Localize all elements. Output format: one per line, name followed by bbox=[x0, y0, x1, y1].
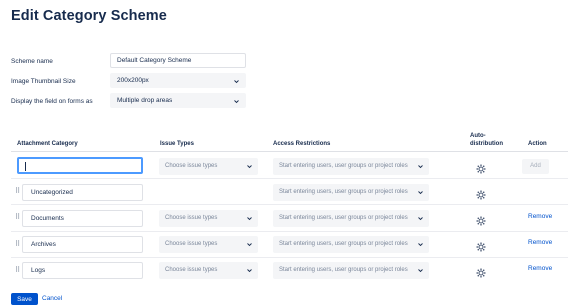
issue-types-placeholder: Choose issue types bbox=[165, 267, 218, 273]
access-placeholder: Start entering users, user groups or pro… bbox=[279, 267, 408, 273]
issue-types-select-logs[interactable]: Choose issue types bbox=[159, 262, 258, 279]
gear-icon[interactable] bbox=[476, 161, 486, 174]
category-input-logs[interactable]: Logs bbox=[22, 262, 143, 279]
category-value: Archives bbox=[31, 241, 56, 248]
chevron-down-icon bbox=[418, 242, 423, 247]
chevron-down-icon bbox=[418, 190, 423, 195]
new-issue-types-select[interactable]: Choose issue types bbox=[159, 158, 258, 175]
chevron-down-icon bbox=[247, 164, 252, 169]
display-field-select[interactable]: Multiple drop areas bbox=[110, 93, 246, 108]
gear-icon[interactable] bbox=[476, 265, 486, 278]
drag-handle-icon[interactable]: ⠿ bbox=[15, 188, 20, 195]
thumbnail-size-select[interactable]: 200x200px bbox=[110, 73, 246, 88]
issue-types-placeholder: Choose issue types bbox=[165, 163, 218, 169]
access-select-documents[interactable]: Start entering users, user groups or pro… bbox=[273, 210, 429, 227]
page-title: Edit Category Scheme bbox=[11, 8, 167, 24]
access-placeholder: Start entering users, user groups or pro… bbox=[279, 241, 408, 247]
chevron-down-icon bbox=[234, 99, 239, 104]
access-select-archives[interactable]: Start entering users, user groups or pro… bbox=[273, 236, 429, 253]
remove-link[interactable]: Remove bbox=[528, 239, 552, 246]
category-value: Uncategorized bbox=[31, 189, 73, 196]
chevron-down-icon bbox=[247, 216, 252, 221]
row-divider bbox=[11, 231, 568, 232]
gear-icon[interactable] bbox=[476, 213, 486, 226]
header-issue-types: Issue Types bbox=[160, 141, 194, 147]
row-divider bbox=[11, 178, 568, 179]
scheme-name-value: Default Category Scheme bbox=[117, 57, 192, 64]
scheme-name-label: Scheme name bbox=[11, 58, 53, 65]
gear-icon[interactable] bbox=[476, 187, 486, 200]
drag-handle-icon[interactable]: ⠿ bbox=[15, 241, 20, 248]
header-auto-distribution-2: distribution bbox=[470, 141, 503, 147]
header-attachment-category: Attachment Category bbox=[17, 141, 78, 147]
drag-handle-icon[interactable]: ⠿ bbox=[15, 214, 20, 221]
chevron-down-icon bbox=[247, 268, 252, 273]
chevron-down-icon bbox=[418, 216, 423, 221]
drag-handle-icon[interactable]: ⠿ bbox=[15, 267, 20, 274]
category-value: Documents bbox=[31, 215, 64, 222]
row-divider bbox=[11, 257, 568, 258]
access-placeholder: Start entering users, user groups or pro… bbox=[279, 163, 408, 169]
remove-link[interactable]: Remove bbox=[528, 265, 552, 272]
text-cursor bbox=[25, 162, 26, 171]
scheme-name-input[interactable]: Default Category Scheme bbox=[110, 53, 246, 68]
category-input-documents[interactable]: Documents bbox=[22, 210, 143, 227]
chevron-down-icon bbox=[418, 164, 423, 169]
access-select-logs[interactable]: Start entering users, user groups or pro… bbox=[273, 262, 429, 279]
access-placeholder: Start entering users, user groups or pro… bbox=[279, 215, 408, 221]
thumbnail-size-value: 200x200px bbox=[117, 77, 149, 84]
remove-link[interactable]: Remove bbox=[528, 213, 552, 220]
category-value: Logs bbox=[31, 267, 46, 274]
new-category-input[interactable] bbox=[17, 157, 143, 174]
save-button[interactable]: Save bbox=[11, 293, 38, 305]
chevron-down-icon bbox=[234, 79, 239, 84]
issue-types-select-archives[interactable]: Choose issue types bbox=[159, 236, 258, 253]
row-divider bbox=[11, 204, 568, 205]
category-input-uncategorized[interactable]: Uncategorized bbox=[22, 184, 143, 201]
cancel-link[interactable]: Cancel bbox=[42, 295, 62, 302]
chevron-down-icon bbox=[418, 268, 423, 273]
new-access-select[interactable]: Start entering users, user groups or pro… bbox=[273, 158, 429, 175]
access-placeholder: Start entering users, user groups or pro… bbox=[279, 189, 408, 195]
header-auto-distribution-1: Auto- bbox=[470, 133, 486, 139]
thumbnail-size-label: Image Thumbnail Size bbox=[11, 78, 76, 85]
issue-types-placeholder: Choose issue types bbox=[165, 241, 218, 247]
gear-icon[interactable] bbox=[476, 239, 486, 252]
issue-types-placeholder: Choose issue types bbox=[165, 215, 218, 221]
header-action: Action bbox=[528, 141, 547, 147]
add-button[interactable]: Add bbox=[522, 159, 549, 174]
header-access-restrictions: Access Restrictions bbox=[273, 141, 331, 147]
table-header-divider bbox=[11, 151, 568, 152]
access-select-uncategorized[interactable]: Start entering users, user groups or pro… bbox=[273, 184, 429, 201]
category-input-archives[interactable]: Archives bbox=[22, 236, 143, 253]
display-field-label: Display the field on forms as bbox=[11, 98, 93, 105]
issue-types-select-documents[interactable]: Choose issue types bbox=[159, 210, 258, 227]
display-field-value: Multiple drop areas bbox=[117, 97, 173, 104]
chevron-down-icon bbox=[247, 242, 252, 247]
